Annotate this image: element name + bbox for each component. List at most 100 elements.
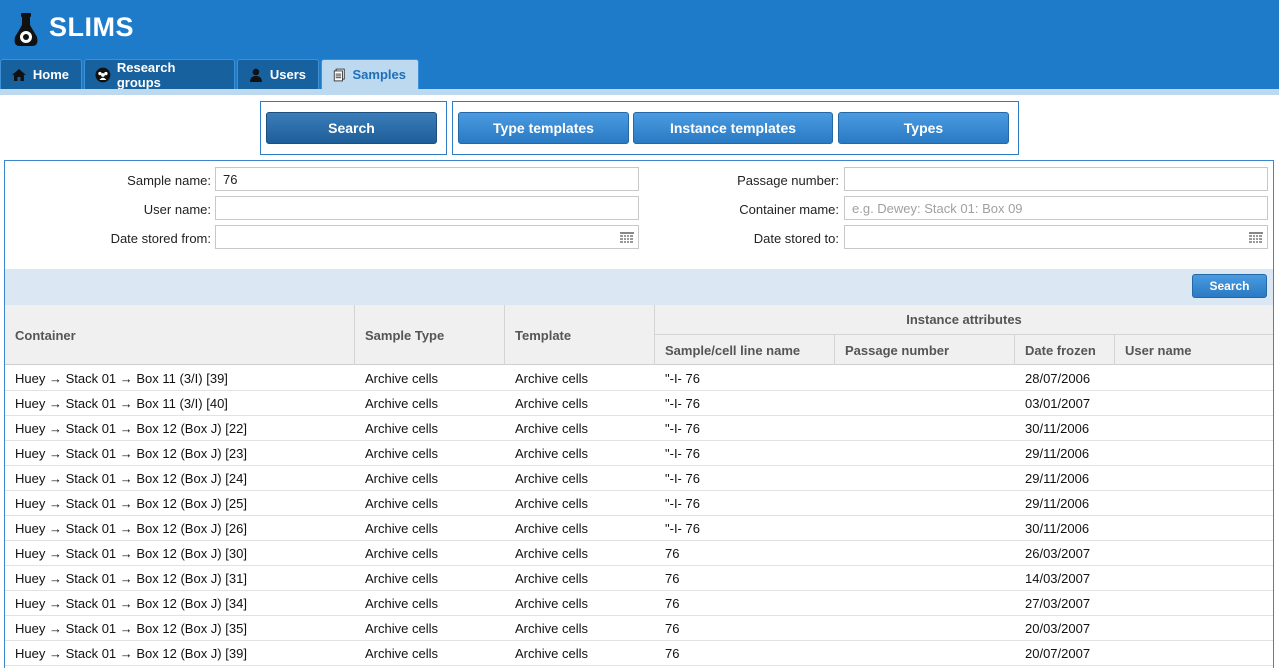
cell-date-frozen: 14/03/2007	[1025, 570, 1091, 586]
cell-template: Archive cells	[515, 445, 588, 461]
cell-container: Huey → Stack 01 → Box 12 (Box J) [24]	[15, 470, 247, 486]
date-from-label: Date stored from:	[110, 231, 211, 246]
table-row[interactable]: Huey → Stack 01 → Box 12 (Box J) [39] Arc…	[5, 641, 1273, 666]
col-header-date-frozen[interactable]: Date frozen	[1015, 335, 1115, 365]
cell-sample-cell-line-name: "-I- 76	[665, 495, 700, 511]
col-header-sample-cell-line-name[interactable]: Sample/cell line name	[655, 335, 835, 365]
date-to-input[interactable]	[844, 225, 1268, 249]
cell-date-frozen: 30/11/2006	[1025, 520, 1090, 536]
cell-date-frozen: 28/07/2006	[1025, 370, 1091, 386]
cell-sample-type: Archive cells	[365, 595, 438, 611]
types-button[interactable]: Types	[838, 112, 1009, 144]
cell-template: Archive cells	[515, 520, 588, 536]
table-row[interactable]: Huey → Stack 01 → Box 11 (3/I) [40] Archi…	[5, 391, 1273, 416]
table-row[interactable]: Huey → Stack 01 → Box 12 (Box J) [25] Arc…	[5, 491, 1273, 516]
col-group-instance-attributes: Instance attributes	[655, 305, 1273, 335]
user-icon	[249, 68, 262, 82]
cell-container: Huey → Stack 01 → Box 12 (Box J) [35]	[15, 620, 247, 636]
cell-sample-type: Archive cells	[365, 570, 438, 586]
date-to-label: Date stored to:	[753, 231, 839, 246]
cell-template: Archive cells	[515, 595, 588, 611]
cell-date-frozen: 29/11/2006	[1025, 495, 1090, 511]
col-header-sample-type[interactable]: Sample Type	[355, 305, 505, 365]
results-table-body: Huey → Stack 01 → Box 11 (3/I) [39] Archi…	[5, 366, 1273, 666]
cell-sample-type: Archive cells	[365, 495, 438, 511]
table-row[interactable]: Huey → Stack 01 → Box 12 (Box J) [30] Arc…	[5, 541, 1273, 566]
tab-label: Samples	[352, 67, 406, 82]
cell-date-frozen: 20/07/2007	[1025, 645, 1091, 661]
tab-label: Users	[269, 67, 306, 82]
cell-sample-cell-line-name: "-I- 76	[665, 420, 700, 436]
cell-container: Huey → Stack 01 → Box 12 (Box J) [39]	[15, 645, 247, 661]
table-row[interactable]: Huey → Stack 01 → Box 12 (Box J) [31] Arc…	[5, 566, 1273, 591]
cell-sample-cell-line-name: "-I- 76	[665, 520, 700, 536]
cell-template: Archive cells	[515, 420, 588, 436]
table-row[interactable]: Huey → Stack 01 → Box 11 (3/I) [39] Archi…	[5, 366, 1273, 391]
cell-sample-type: Archive cells	[365, 545, 438, 561]
cell-sample-type: Archive cells	[365, 520, 438, 536]
cell-container: Huey → Stack 01 → Box 11 (3/I) [39]	[15, 370, 228, 386]
table-row[interactable]: Huey → Stack 01 → Box 12 (Box J) [23] Arc…	[5, 441, 1273, 466]
user-name-input[interactable]	[215, 196, 639, 220]
tab-label: Research groups	[116, 59, 176, 90]
cell-sample-cell-line-name: "-I- 76	[665, 445, 700, 461]
sample-search-panel: Sample name: User name: Date stored from…	[4, 160, 1274, 668]
col-header-template[interactable]: Template	[505, 305, 655, 365]
cell-sample-type: Archive cells	[365, 620, 438, 636]
cell-sample-cell-line-name: 76	[665, 570, 680, 586]
cell-sample-type: Archive cells	[365, 370, 438, 386]
templates-button-group: Type templates Instance templates Types	[452, 101, 1019, 155]
cell-date-frozen: 27/03/2007	[1025, 595, 1091, 611]
cell-sample-cell-line-name: 76	[665, 620, 680, 636]
cell-date-frozen: 29/11/2006	[1025, 470, 1090, 486]
cell-sample-cell-line-name: "-I- 76	[665, 470, 700, 486]
date-from-input[interactable]	[215, 225, 639, 249]
sample-name-input[interactable]	[215, 167, 639, 191]
tab-users[interactable]: Users	[237, 59, 319, 89]
calendar-icon[interactable]	[620, 232, 634, 243]
container-name-input[interactable]	[844, 196, 1268, 220]
results-table-header: Container Sample Type Template Instance …	[5, 305, 1273, 365]
cell-date-frozen: 29/11/2006	[1025, 445, 1090, 461]
table-row[interactable]: Huey → Stack 01 → Box 12 (Box J) [34] Arc…	[5, 591, 1273, 616]
type-templates-button[interactable]: Type templates	[458, 112, 629, 144]
tab-samples[interactable]: Samples	[321, 59, 419, 89]
tab-research-groups[interactable]: Research groups	[84, 59, 235, 90]
user-name-label: User name:	[143, 202, 211, 217]
cell-sample-cell-line-name: "-I- 76	[665, 395, 700, 411]
cell-date-frozen: 26/03/2007	[1025, 545, 1091, 561]
col-header-container[interactable]: Container	[5, 305, 355, 365]
cell-template: Archive cells	[515, 370, 588, 386]
app-header: SLIMS Home Research groups Users Samples	[0, 0, 1279, 91]
tab-label: Home	[32, 67, 69, 82]
container-name-label: Container mame:	[739, 202, 839, 217]
search-submit-button[interactable]: Search	[1192, 274, 1267, 298]
cell-template: Archive cells	[515, 545, 588, 561]
cell-template: Archive cells	[515, 620, 588, 636]
cell-template: Archive cells	[515, 495, 588, 511]
passage-number-label: Passage number:	[737, 173, 839, 188]
tab-home[interactable]: Home	[0, 59, 82, 89]
table-row[interactable]: Huey → Stack 01 → Box 12 (Box J) [24] Arc…	[5, 466, 1273, 491]
calendar-icon[interactable]	[1249, 232, 1263, 243]
group-icon	[95, 67, 111, 82]
search-mode-button[interactable]: Search	[266, 112, 437, 144]
main-nav-tabs: Home Research groups Users Samples	[0, 59, 421, 91]
instance-templates-button[interactable]: Instance templates	[633, 112, 833, 144]
cell-template: Archive cells	[515, 395, 588, 411]
cell-date-frozen: 03/01/2007	[1025, 395, 1091, 411]
col-header-user-name[interactable]: User name	[1115, 335, 1273, 365]
cell-container: Huey → Stack 01 → Box 12 (Box J) [22]	[15, 420, 247, 436]
cell-date-frozen: 30/11/2006	[1025, 420, 1090, 436]
cell-template: Archive cells	[515, 470, 588, 486]
table-row[interactable]: Huey → Stack 01 → Box 12 (Box J) [22] Arc…	[5, 416, 1273, 441]
sample-name-label: Sample name:	[127, 173, 211, 188]
search-action-strip	[5, 269, 1273, 305]
passage-number-input[interactable]	[844, 167, 1268, 191]
table-row[interactable]: Huey → Stack 01 → Box 12 (Box J) [26] Arc…	[5, 516, 1273, 541]
col-header-passage-number[interactable]: Passage number	[835, 335, 1015, 365]
table-row[interactable]: Huey → Stack 01 → Box 12 (Box J) [35] Arc…	[5, 616, 1273, 641]
flask-logo-icon	[14, 13, 38, 46]
cell-container: Huey → Stack 01 → Box 12 (Box J) [23]	[15, 445, 247, 461]
cell-container: Huey → Stack 01 → Box 11 (3/I) [40]	[15, 395, 228, 411]
